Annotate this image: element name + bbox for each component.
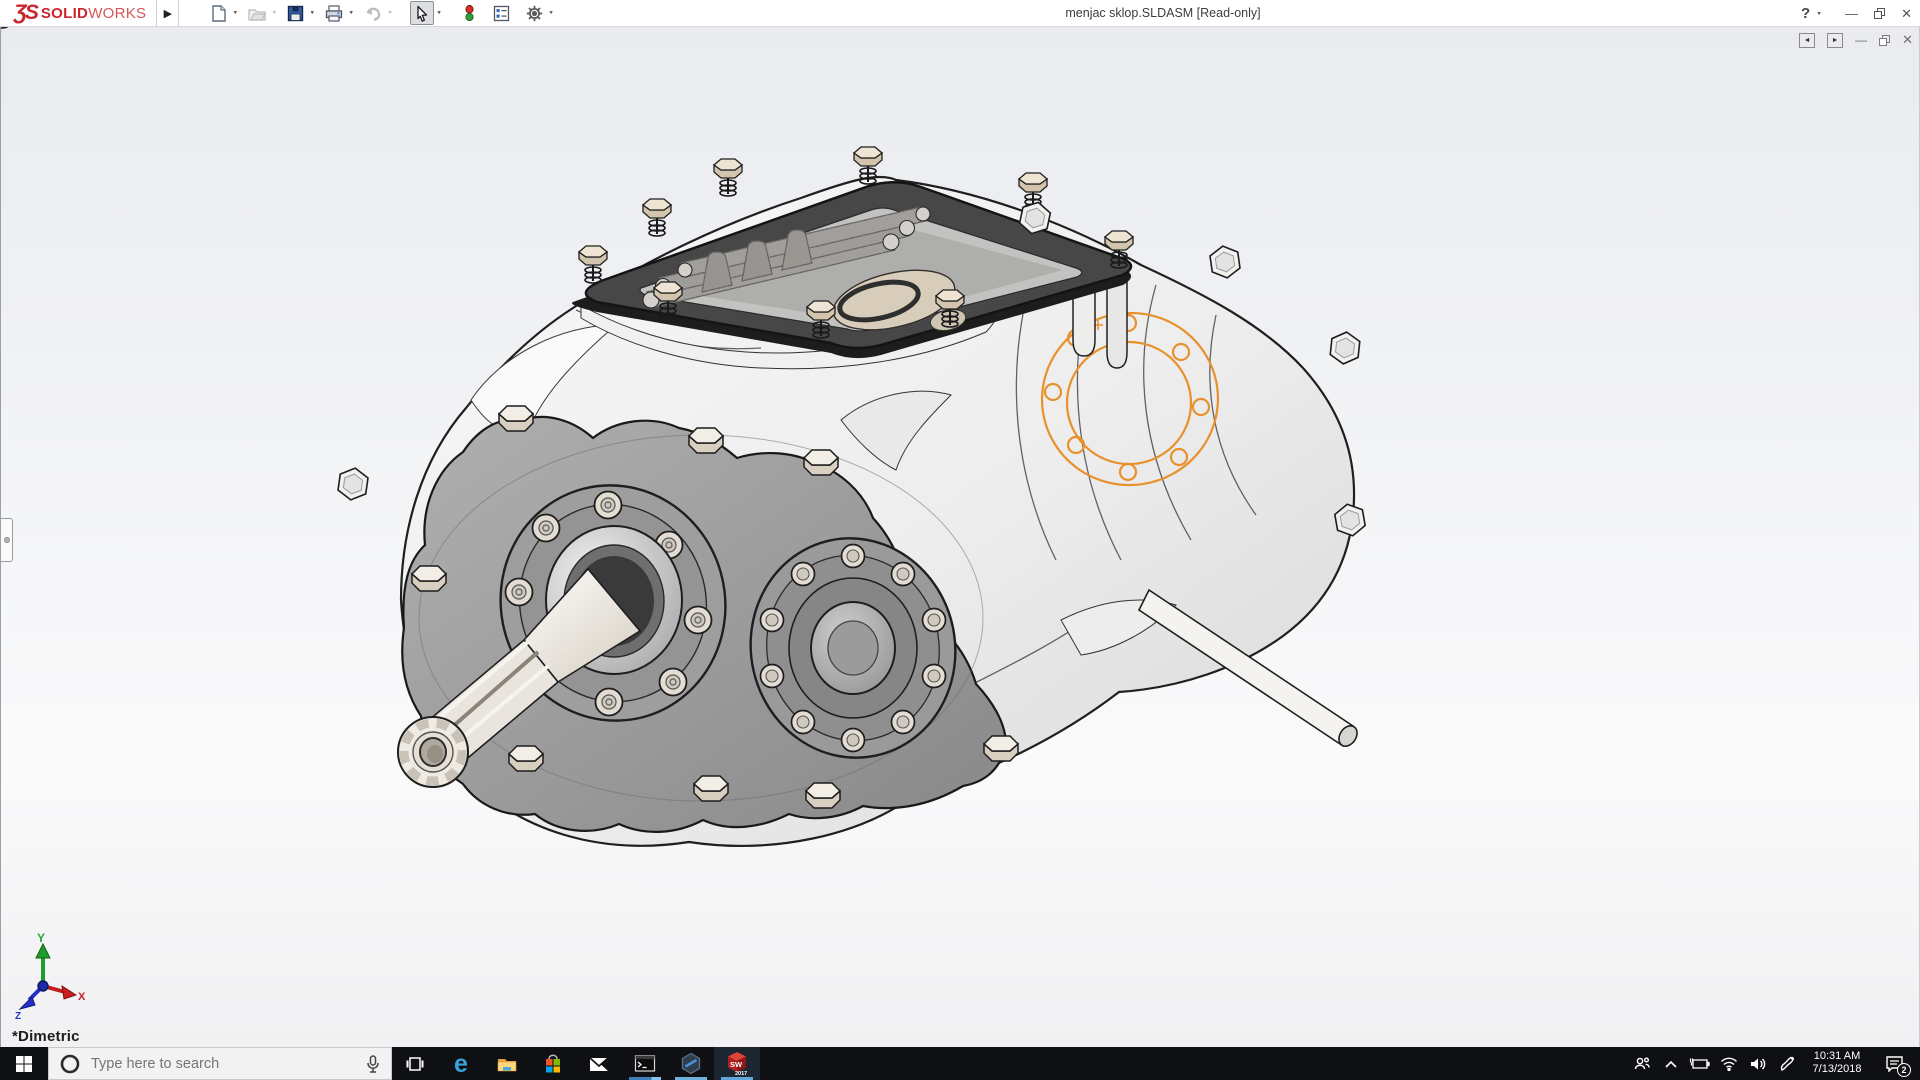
app-restore-button[interactable] [1874, 8, 1885, 19]
options-caret[interactable]: ▼ [548, 10, 554, 15]
save-caret[interactable]: ▼ [309, 10, 315, 15]
search-input[interactable] [91, 1056, 355, 1072]
people-icon[interactable] [1627, 1047, 1656, 1080]
titlebar: ƷS SOLIDWORKS ▶ ▼ ▼ ▼ [0, 0, 1920, 27]
hidden-icons-chevron-icon[interactable] [1656, 1047, 1685, 1080]
menu-flyout-arrow-icon[interactable]: ▶ [157, 0, 179, 27]
solidworks-2017-icon: SW 2017 [725, 1051, 749, 1076]
options-button[interactable] [523, 1, 546, 25]
help-button[interactable]: ? [1801, 5, 1810, 22]
file-explorer-icon [496, 1054, 518, 1074]
reference-triad: Y X Z [15, 931, 86, 1022]
undo-button [361, 1, 385, 25]
microphone-icon[interactable] [365, 1054, 381, 1074]
sw-icon-label: SW [730, 1060, 743, 1069]
taskbar-hex-tool-button[interactable] [668, 1047, 714, 1080]
solidworks-logo: ƷS SOLIDWORKS [0, 0, 157, 27]
triad-x-label: X [78, 991, 86, 1003]
document-title: menjac sklop.SLDASM [Read-only] [1065, 0, 1260, 27]
cortana-icon [59, 1053, 81, 1075]
solidworks-logo-bold: SOLID [41, 5, 88, 22]
command-prompt-icon [634, 1054, 656, 1073]
titlebar-window-controls: ? ▼ — ✕ [1801, 0, 1912, 27]
power-battery-icon[interactable] [1685, 1047, 1714, 1080]
gearbox-3d-model[interactable]: Y X Z [1, 0, 1920, 1080]
collapse-pane-right-button[interactable]: ► [1827, 33, 1843, 48]
file-properties-icon [492, 4, 511, 23]
collapse-pane-left-button[interactable]: ◄ [1799, 33, 1815, 48]
clock-time: 10:31 AM [1801, 1050, 1873, 1063]
save-icon [286, 4, 305, 23]
app-close-button[interactable]: ✕ [1901, 6, 1912, 22]
quick-access-toolbar: ▼ ▼ ▼ ▼ [207, 0, 561, 27]
system-tray: 10:31 AM 7/13/2018 2 [1627, 1047, 1920, 1080]
rebuild-button[interactable] [459, 1, 480, 25]
print-button[interactable] [322, 1, 346, 25]
undo-caret: ▼ [387, 10, 393, 15]
print-icon [324, 4, 344, 23]
clock-date: 7/13/2018 [1801, 1063, 1873, 1076]
hex-tool-icon [680, 1052, 702, 1075]
taskbar-edge-button[interactable]: e [438, 1047, 484, 1080]
triad-y-label: Y [37, 931, 45, 945]
windows-logo-icon [15, 1055, 33, 1073]
options-gear-icon [525, 4, 544, 23]
action-center-button[interactable]: 2 [1873, 1047, 1915, 1080]
select-caret[interactable]: ▼ [436, 10, 442, 15]
view-orientation-label: *Dimetric [12, 1028, 80, 1045]
start-button[interactable] [0, 1047, 48, 1080]
open-caret: ▼ [271, 10, 277, 15]
taskbar-command-prompt-button[interactable] [622, 1047, 668, 1080]
doc-minimize-button[interactable]: — [1855, 33, 1867, 47]
solidworks-logo-light: WORKS [88, 5, 146, 22]
app-minimize-button[interactable]: — [1845, 6, 1858, 21]
taskbar-clock[interactable]: 10:31 AM 7/13/2018 [1801, 1047, 1873, 1080]
notification-badge: 2 [1897, 1063, 1911, 1077]
doc-close-button[interactable]: ✕ [1902, 32, 1913, 48]
save-button[interactable] [284, 1, 307, 25]
undo-icon [363, 4, 383, 23]
task-view-button[interactable] [392, 1047, 438, 1080]
new-document-button[interactable] [207, 1, 230, 25]
triad-z-label: Z [15, 1011, 21, 1022]
task-view-icon [405, 1054, 425, 1074]
new-document-caret[interactable]: ▼ [232, 10, 238, 15]
featuremanager-tab-dot [4, 537, 10, 543]
open-icon [247, 4, 267, 23]
taskbar-search[interactable] [48, 1047, 392, 1080]
windows-taskbar: e [0, 1047, 1920, 1080]
select-cursor-icon [413, 4, 431, 23]
network-wifi-icon[interactable] [1714, 1047, 1743, 1080]
graphics-viewport[interactable]: Y X Z ◄ ► — ✕ *Dimetric [0, 27, 1920, 1047]
sw-icon-year: 2017 [735, 1071, 747, 1076]
taskbar-file-explorer-button[interactable] [484, 1047, 530, 1080]
mail-icon [588, 1055, 610, 1073]
rebuild-traffic-light-icon [461, 3, 478, 23]
help-caret[interactable]: ▼ [1816, 11, 1822, 16]
solidworks-logo-mark: ƷS [14, 1, 37, 25]
taskbar-solidworks-button[interactable]: SW 2017 [714, 1047, 760, 1080]
taskbar-mail-button[interactable] [576, 1047, 622, 1080]
open-button[interactable] [245, 1, 269, 25]
store-icon [543, 1053, 563, 1074]
new-document-icon [209, 4, 228, 23]
volume-icon[interactable] [1743, 1047, 1772, 1080]
file-properties-button[interactable] [490, 1, 513, 25]
doc-restore-button[interactable] [1879, 35, 1890, 46]
print-caret[interactable]: ▼ [348, 10, 354, 15]
document-window-controls: ◄ ► — ✕ [1799, 32, 1913, 48]
select-button[interactable] [410, 1, 434, 25]
windows-ink-icon[interactable] [1772, 1047, 1801, 1080]
edge-icon: e [454, 1054, 468, 1074]
featuremanager-collapsed-tab[interactable] [1, 518, 13, 562]
taskbar-store-button[interactable] [530, 1047, 576, 1080]
